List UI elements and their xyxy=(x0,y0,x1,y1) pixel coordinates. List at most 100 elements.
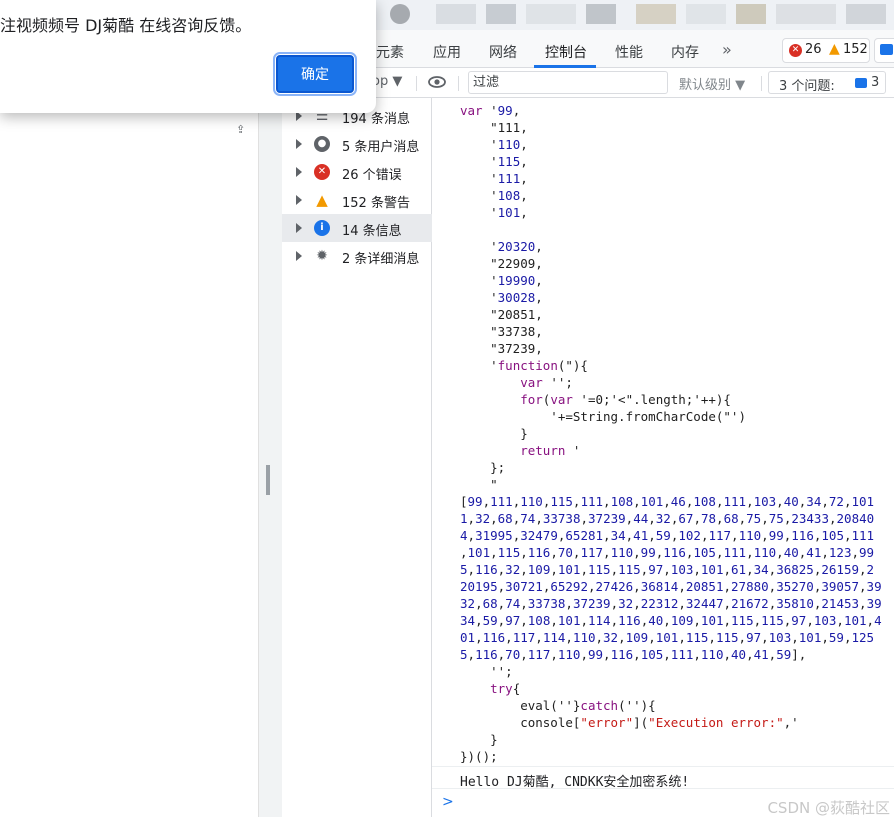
code-line: 20195,30721,65292,27426,36814,20851,2788… xyxy=(460,579,882,594)
divider xyxy=(458,76,459,91)
issue-counter[interactable]: ✕ 26 ▲ 152 xyxy=(782,38,870,63)
console-prompt-row[interactable]: > CSDN @荻酷社区 xyxy=(432,788,894,817)
eye-icon[interactable] xyxy=(428,73,446,91)
tab-elements[interactable]: 元素 xyxy=(376,42,404,62)
code-line: return ' xyxy=(520,443,581,458)
user-icon: ● xyxy=(314,136,330,152)
sidebar-item-label: 26 个错误 xyxy=(342,168,402,183)
code-line: } xyxy=(460,732,498,747)
code-line: [99,111,110,115,111,108,101,46,108,111,1… xyxy=(460,494,875,509)
messages-button[interactable] xyxy=(874,38,894,63)
info-icon: i xyxy=(314,220,330,236)
code-line: 34,59,97,108,101,114,116,40,109,101,115,… xyxy=(460,613,882,628)
code-line: "20851, xyxy=(460,307,543,322)
issues-button[interactable]: 3 个问题: 3 xyxy=(768,71,886,94)
code-line: try{ xyxy=(490,681,521,696)
sidebar-item-verbose[interactable]: ✹ 2 条详细消息 xyxy=(282,242,432,270)
sidebar-item-label: 5 条用户消息 xyxy=(342,140,420,155)
issues-label: 3 个问题: xyxy=(779,79,835,94)
expand-caret-icon[interactable] xyxy=(296,167,302,177)
sidebar-item-info[interactable]: i 14 条信息 xyxy=(282,214,432,242)
prompt-chevron-icon: > xyxy=(442,794,454,810)
message-icon xyxy=(855,78,867,88)
sidebar-item-warnings[interactable]: ▲ 152 条警告 xyxy=(282,186,432,214)
expand-caret-icon[interactable] xyxy=(296,251,302,261)
code-line: '20320, xyxy=(460,239,543,254)
console-output[interactable]: var '99, "111, '110, '115, '111, '108, '… xyxy=(432,98,894,817)
tab-console[interactable]: 控制台 xyxy=(545,42,587,62)
code-line: 5,116,70,117,110,99,116,105,111,110,40,4… xyxy=(460,647,807,662)
code-block: var '99, "111, '110, '115, '111, '108, '… xyxy=(460,102,882,765)
code-line: '110, xyxy=(460,137,528,152)
context-selector[interactable]: op ▼ xyxy=(372,74,402,89)
code-line: console["error"]("Execution error:",' xyxy=(460,715,799,730)
error-count: 26 xyxy=(805,42,822,57)
code-line: 5,116,32,109,101,115,115,97,103,101,61,3… xyxy=(460,562,875,577)
sidebar-item-label: 152 条警告 xyxy=(342,196,410,211)
code-line: var '99, xyxy=(460,103,521,118)
alert-dialog: 注视频频号 DJ菊酷 在线咨询反馈。 确定 xyxy=(0,0,376,113)
sidebar-item-label: 14 条信息 xyxy=(342,224,402,239)
code-line: '108, xyxy=(460,188,528,203)
code-line: 4,31995,32479,65281,34,41,59,102,117,110… xyxy=(460,528,875,543)
code-line: })(); xyxy=(460,749,498,764)
tab-application[interactable]: 应用 xyxy=(433,42,461,62)
code-line: "22909, xyxy=(460,256,543,271)
watermark: CSDN @荻酷社区 xyxy=(767,799,890,817)
code-line: var ''; xyxy=(520,375,573,390)
expand-caret-icon[interactable] xyxy=(296,223,302,233)
code-line: "111, xyxy=(460,120,528,135)
message-icon xyxy=(880,44,893,55)
code-line: 1,32,68,74,33738,37239,44,32,67,78,68,75… xyxy=(460,511,875,526)
code-line: "37239, xyxy=(460,341,543,356)
code-line: ,101,115,116,70,117,110,99,116,105,111,1… xyxy=(460,545,875,560)
code-line: }; xyxy=(460,460,506,475)
warning-count: 152 xyxy=(843,42,868,57)
code-line: " xyxy=(460,477,498,492)
log-level-selector[interactable]: 默认级别 ▼ xyxy=(679,74,745,93)
panel-resize-handle[interactable] xyxy=(258,0,282,817)
issues-count: 3 xyxy=(871,75,880,90)
code-line: ''; xyxy=(460,664,513,679)
alert-ok-button[interactable]: 确定 xyxy=(273,52,357,96)
code-line: "33738, xyxy=(460,324,543,339)
code-line: '111, xyxy=(460,171,528,186)
warning-icon: ▲ xyxy=(316,191,328,209)
devtools-tabbar: 元素 应用 网络 控制台 性能 内存 » ✕ 26 ▲ 152 xyxy=(376,30,894,68)
console-toolbar: op ▼ 默认级别 ▼ 3 个问题: 3 xyxy=(372,68,894,98)
error-icon: ✕ xyxy=(314,164,330,180)
code-line: '101, xyxy=(460,205,528,220)
code-line: '30028, xyxy=(460,290,543,305)
expand-caret-icon[interactable] xyxy=(296,195,302,205)
sidebar-item-label: 2 条详细消息 xyxy=(342,252,420,267)
browser-toolbar-blurred xyxy=(376,0,894,30)
expand-caret-icon[interactable] xyxy=(296,139,302,149)
bug-icon: ✹ xyxy=(316,248,328,264)
code-line: 'function("){ xyxy=(460,358,588,373)
divider xyxy=(761,76,762,91)
page-content-area: ⇪ xyxy=(0,0,258,817)
tab-memory[interactable]: 内存 xyxy=(671,42,699,62)
more-tabs-icon[interactable]: » xyxy=(722,40,732,59)
code-line: '19990, xyxy=(460,273,543,288)
code-line: '+=String.fromCharCode("') xyxy=(460,409,746,424)
code-line: } xyxy=(460,426,528,441)
sidebar-item-user-messages[interactable]: ● 5 条用户消息 xyxy=(282,130,432,158)
code-line: eval(''}catch(''){ xyxy=(460,698,656,713)
code-line: '115, xyxy=(460,154,528,169)
resize-grip-icon[interactable] xyxy=(266,465,270,495)
sidebar-item-errors[interactable]: ✕ 26 个错误 xyxy=(282,158,432,186)
warning-icon: ▲ xyxy=(829,41,840,57)
code-line: 01,116,117,114,110,32,109,101,115,115,97… xyxy=(460,630,875,645)
console-log-row: Hello DJ菊酷, CNDKK安全加密系统! xyxy=(432,766,894,790)
error-icon: ✕ xyxy=(789,44,802,57)
divider xyxy=(416,76,417,91)
code-line: for(var '=0;'<".length;'++){ xyxy=(520,392,731,407)
console-sidebar: ☰ 194 条消息 ● 5 条用户消息 ✕ 26 个错误 ▲ 152 条警告 i… xyxy=(282,98,432,817)
tab-performance[interactable]: 性能 xyxy=(615,42,643,62)
filter-input[interactable] xyxy=(468,71,668,94)
tab-network[interactable]: 网络 xyxy=(489,42,517,62)
share-icon[interactable]: ⇪ xyxy=(236,124,248,136)
alert-message: 注视频频号 DJ菊酷 在线咨询反馈。 xyxy=(0,16,252,35)
